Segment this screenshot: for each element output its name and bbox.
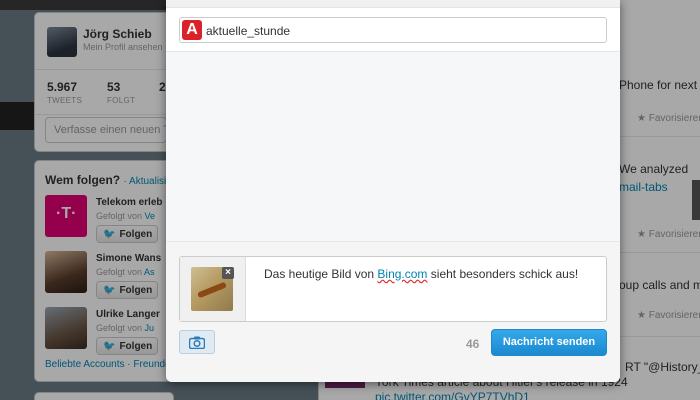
message-link[interactable]: Bing.com bbox=[377, 267, 427, 281]
recipient-avatar: A bbox=[182, 20, 202, 40]
send-message-button[interactable]: Nachricht senden bbox=[491, 329, 607, 356]
close-icon[interactable]: × bbox=[222, 267, 234, 279]
image-attachment: × bbox=[180, 257, 246, 321]
direct-message-dialog: A aktuelle_stunde × Das heutige Bild von… bbox=[166, 0, 620, 382]
recipient-field[interactable]: A aktuelle_stunde bbox=[179, 17, 607, 43]
message-text-after: sieht besonders schick aus! bbox=[427, 267, 579, 281]
message-input[interactable]: × Das heutige Bild von Bing.com sieht be… bbox=[179, 256, 607, 322]
message-text-before: Das heutige Bild von bbox=[264, 267, 378, 281]
compose-area: × Das heutige Bild von Bing.com sieht be… bbox=[166, 241, 620, 382]
dialog-header: A aktuelle_stunde bbox=[166, 0, 620, 52]
dialog-top-border bbox=[166, 0, 620, 8]
add-photo-button[interactable] bbox=[179, 330, 215, 354]
message-text: Das heutige Bild von Bing.com sieht beso… bbox=[264, 267, 578, 281]
recipient-name: aktuelle_stunde bbox=[206, 24, 291, 38]
character-counter: 46 bbox=[466, 337, 480, 351]
conversation-area bbox=[166, 53, 620, 241]
camera-icon bbox=[188, 336, 206, 350]
